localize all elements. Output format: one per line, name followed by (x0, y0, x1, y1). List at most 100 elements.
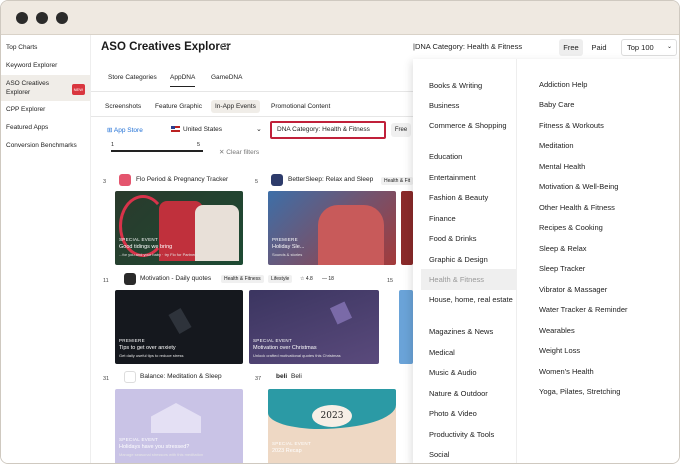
window-close-dot[interactable] (16, 12, 28, 24)
window-titlebar (1, 1, 679, 35)
category-item[interactable]: Nature & Outdoor (429, 389, 519, 399)
card-graphic (329, 301, 353, 325)
category-item[interactable]: Education (429, 152, 519, 162)
category-item[interactable]: Photo & Video (429, 409, 519, 419)
sidebar-item-aso-creatives-explorer[interactable]: ASO Creatives Explorer NEW (1, 75, 90, 101)
slider-fill (111, 149, 203, 152)
app-name[interactable]: Motivation - Daily quotes (140, 275, 211, 282)
sidebar: Top Charts Keyword Explorer ASO Creative… (1, 35, 91, 463)
sidebar-item-label: ASO Creatives Explorer (6, 80, 49, 96)
card-title: 2023 Recap (272, 448, 302, 454)
card-title: Tips to get over anxiety (119, 345, 176, 351)
category-item-selected[interactable]: Health & Fitness (421, 269, 517, 290)
rating-range-slider[interactable]: 1 5 (111, 142, 203, 154)
category-item[interactable]: Social (429, 450, 519, 460)
subcategory-item[interactable]: Meditation (539, 141, 574, 150)
paid-toggle[interactable]: Paid (587, 39, 611, 56)
rank-number: 31 (103, 376, 110, 382)
subcategory-item[interactable]: Yoga, Pilates, Stretching (539, 387, 620, 396)
subcategory-item[interactable]: Recipes & Cooking (539, 223, 603, 232)
window-maximize-dot[interactable] (56, 12, 68, 24)
category-item[interactable]: Medical (429, 348, 519, 358)
event-card[interactable]: Special event Holidays have you stressed… (115, 389, 243, 463)
category-item[interactable]: Entertainment (429, 173, 519, 183)
close-icon: ✕ (219, 149, 225, 156)
event-card[interactable]: Premiere Tips to get over anxiety Get da… (115, 290, 243, 364)
event-card-partial[interactable] (401, 191, 413, 265)
free-toggle[interactable]: Free (559, 39, 583, 56)
subcategory-item[interactable]: Water Tracker & Reminder (539, 305, 628, 314)
sidebar-item-keyword-explorer[interactable]: Keyword Explorer (1, 61, 90, 70)
category-item[interactable]: Books & Writing (429, 81, 519, 91)
subcategory-item[interactable]: Wearables (539, 326, 575, 335)
app-name[interactable]: BetterSleep: Relax and Sleep (288, 176, 373, 183)
subcategory-item[interactable]: Other Health & Fitness (539, 203, 615, 212)
header-category-filter[interactable]: |DNA Category: Health & Fitness (413, 42, 522, 51)
category-dropdown: Books & Writing Business Commerce & Shop… (413, 59, 679, 463)
category-filter-input[interactable]: DNA Category: Health & Fitness (270, 121, 386, 139)
tab-store-categories[interactable]: Store Categories (108, 74, 157, 81)
category-item[interactable]: Food & Drinks (429, 234, 519, 244)
subcategory-item[interactable]: Weight Loss (539, 346, 580, 355)
subcategory-item[interactable]: Mental Health (539, 162, 585, 171)
us-flag-icon (171, 126, 180, 133)
subcategory-item[interactable]: Sleep & Relax (539, 244, 587, 253)
rank-select[interactable]: Top 100 ⌄ (621, 39, 677, 56)
subcategory-item[interactable]: Women's Health (539, 367, 594, 376)
app-name[interactable]: Balance: Meditation & Sleep (140, 373, 222, 380)
card-title: Holidays have you stressed? (119, 444, 190, 450)
chevron-down-icon[interactable]: ⌄ (256, 125, 262, 133)
info-icon[interactable]: i (221, 43, 228, 50)
category-item[interactable]: Graphic & Design (429, 255, 519, 265)
subcategory-item[interactable]: Addiction Help (539, 80, 587, 89)
category-item[interactable]: Finance (429, 214, 519, 224)
subtab-feature-graphic[interactable]: Feature Graphic (151, 100, 206, 113)
country-label: United States (183, 126, 223, 133)
card-label: Special event (119, 237, 158, 242)
event-card[interactable]: Special event Motivation over Christmas … (249, 290, 379, 364)
subcategory-item[interactable]: Baby Care (539, 100, 574, 109)
card-subtitle: Unlock crafted motivational quotes this … (253, 353, 341, 358)
category-list: Books & Writing Business Commerce & Shop… (419, 59, 519, 463)
subtab-promotional-content[interactable]: Promotional Content (267, 100, 334, 113)
category-item[interactable]: Music & Audio (429, 368, 519, 378)
category-chip: Health & Fitness (221, 275, 264, 283)
store-select[interactable]: ⊞ App Store (107, 126, 143, 134)
sidebar-item-conversion-benchmarks[interactable]: Conversion Benchmarks (1, 141, 90, 150)
category-item[interactable]: Fashion & Beauty (429, 193, 519, 203)
event-card[interactable]: 2023 Special event 2023 Recap (268, 389, 396, 463)
app-name[interactable]: Flo Period & Pregnancy Tracker (136, 176, 228, 183)
category-item[interactable]: Magazines & News (429, 327, 519, 337)
subtab-screenshots[interactable]: Screenshots (101, 100, 145, 113)
subcategory-item[interactable]: Sleep Tracker (539, 264, 585, 273)
browser-window: Top Charts Keyword Explorer ASO Creative… (0, 0, 680, 464)
window-minimize-dot[interactable] (36, 12, 48, 24)
card-title: Motivation over Christmas (253, 345, 317, 351)
category-item[interactable]: Business (429, 101, 519, 111)
rating-chip: ☆ 4.8 (300, 276, 313, 282)
sidebar-item-top-charts[interactable]: Top Charts (1, 43, 90, 52)
subcategory-item[interactable]: Motivation & Well-Being (539, 182, 618, 191)
event-card[interactable]: Special event Good tidings we bring ...f… (115, 191, 243, 265)
tab-gamedna[interactable]: GameDNA (211, 74, 242, 81)
sidebar-item-cpp-explorer[interactable]: CPP Explorer (1, 105, 90, 114)
rank-number: 11 (103, 278, 109, 284)
free-filter-button[interactable]: Free (391, 123, 411, 137)
subtab-in-app-events[interactable]: In-App Events (211, 100, 260, 113)
category-item[interactable]: House, home, real estate (429, 295, 519, 305)
country-select[interactable]: United States (171, 126, 222, 133)
subcategory-item[interactable]: Fitness & Workouts (539, 121, 604, 130)
sidebar-item-featured-apps[interactable]: Featured Apps (1, 123, 90, 132)
clear-filters-button[interactable]: ✕ Clear filters (219, 148, 259, 156)
category-item[interactable]: Commerce & Shopping (429, 121, 519, 131)
event-card-partial[interactable] (399, 290, 413, 364)
page-title: ASO Creatives Explorer (101, 41, 231, 53)
beli-app-icon: beli (276, 373, 288, 380)
category-item[interactable]: Productivity & Tools (429, 430, 519, 440)
event-card[interactable]: Premiere Holiday Sle... Sounds & stories (268, 191, 396, 265)
card-subtitle: Get daily useful tips to reduce stress (119, 353, 184, 358)
app-name[interactable]: Beli (291, 373, 302, 380)
subcategory-item[interactable]: Vibrator & Massager (539, 285, 607, 294)
tabs-divider (91, 91, 421, 92)
tab-appdna[interactable]: AppDNA (170, 74, 196, 87)
